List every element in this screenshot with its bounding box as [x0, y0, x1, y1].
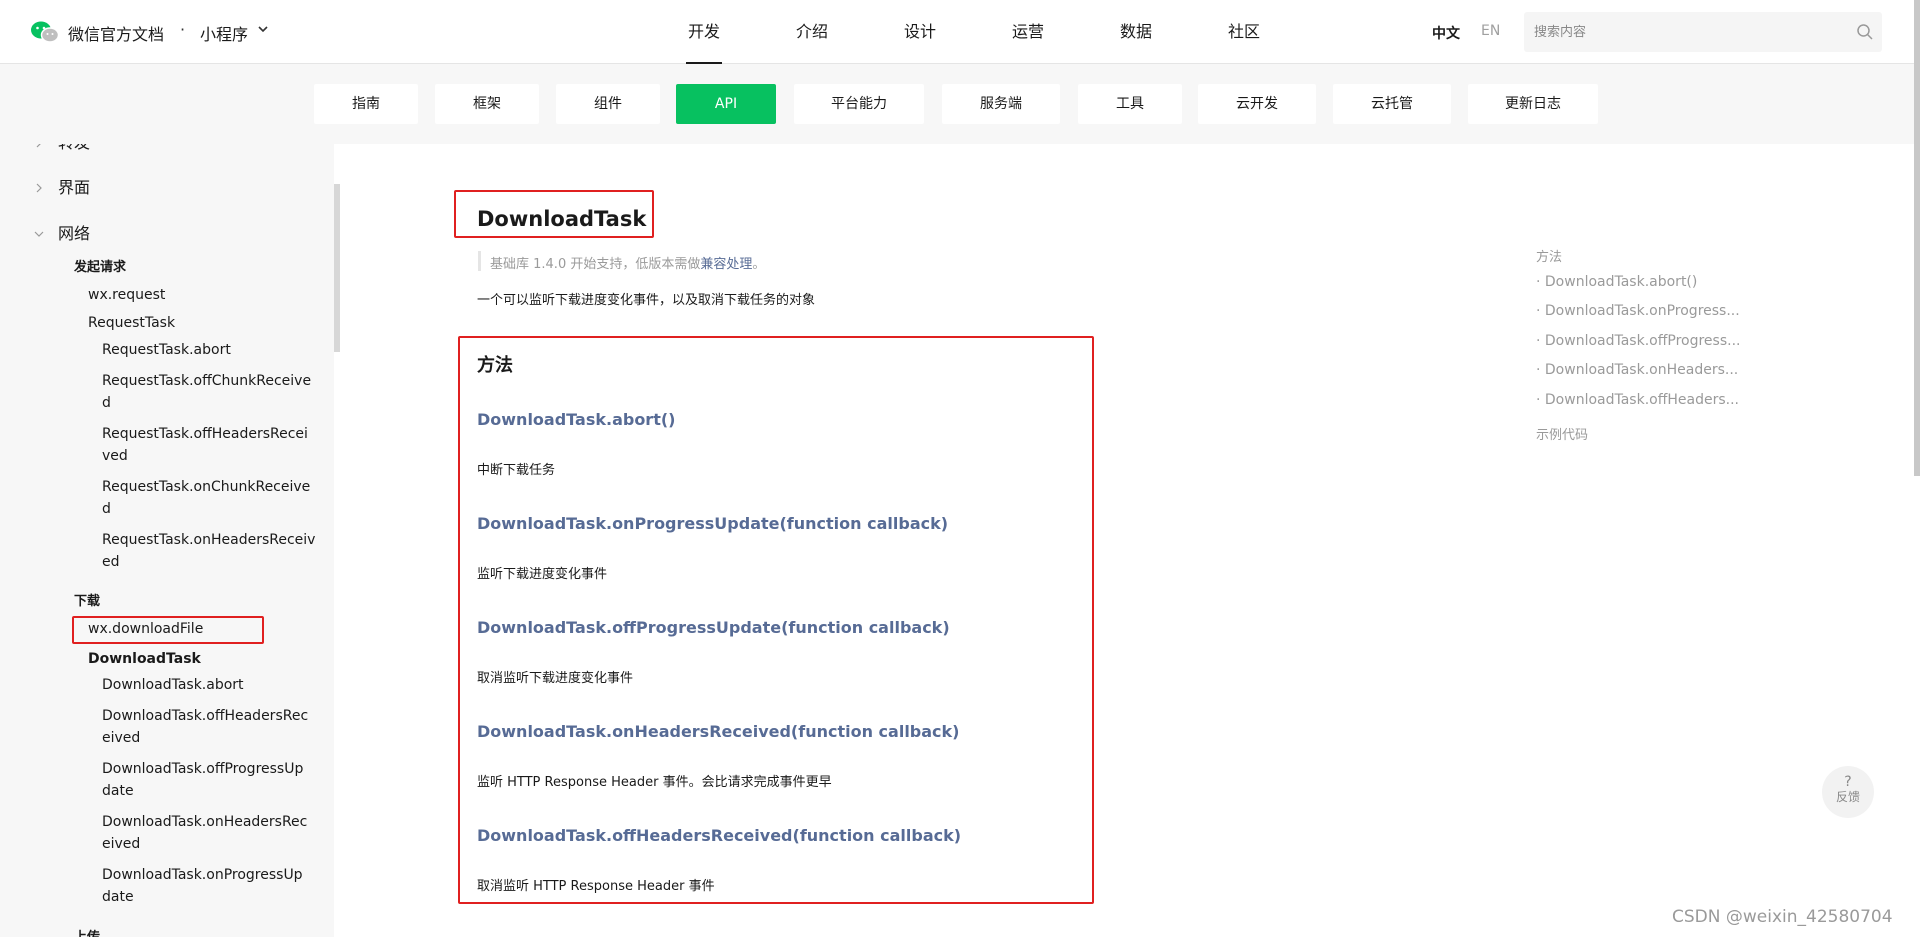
product-selector-label[interactable]: 小程序 — [200, 21, 248, 45]
methods-heading: 方法 — [477, 355, 513, 376]
api-subnav: 指南 框架 组件 API 平台能力 服务端 工具 云开发 云托管 更新日志 — [0, 64, 1920, 144]
nav-item-operation[interactable]: 运营 — [974, 0, 1082, 64]
wechat-logo-icon[interactable] — [30, 20, 60, 44]
method-onheadersreceived-desc: 监听 HTTP Response Header 事件。会比请求完成事件更早 — [477, 775, 832, 790]
compat-link[interactable]: 兼容处理 — [700, 257, 752, 272]
toc-item-offprogress[interactable]: · DownloadTask.offProgress... — [1536, 333, 1740, 349]
sidebar-item-downloadtask-offprogress[interactable]: DownloadTask.offProgressUp — [102, 758, 303, 780]
brand-title[interactable]: 微信官方文档 — [68, 21, 164, 45]
subtab-platform[interactable]: 平台能力 — [794, 84, 924, 124]
sidebar-group-upload[interactable]: 上传 — [74, 927, 100, 937]
nav-item-intro[interactable]: 介绍 — [758, 0, 866, 64]
method-abort-link[interactable]: DownloadTask.abort() — [477, 410, 675, 429]
search-icon[interactable] — [1856, 23, 1874, 41]
help-icon: ? — [1844, 774, 1852, 790]
method-abort-desc: 中断下载任务 — [477, 463, 556, 478]
lang-en-link[interactable]: EN — [1481, 23, 1500, 39]
sidebar: 转发 界面 网络 发起请求 wx.request RequestTask Req… — [0, 144, 334, 937]
sidebar-item-downloadtask[interactable]: DownloadTask — [88, 648, 201, 670]
toc-item-abort[interactable]: · DownloadTask.abort() — [1536, 274, 1697, 290]
subtab-changelog[interactable]: 更新日志 — [1468, 84, 1598, 124]
method-offheadersreceived-link[interactable]: DownloadTask.offHeadersReceived(function… — [477, 826, 961, 845]
sidebar-item-requesttask-onheaders[interactable]: RequestTask.onHeadersReceiv — [102, 529, 315, 551]
method-onprogressupdate-desc: 监听下载进度变化事件 — [477, 567, 608, 582]
method-onprogressupdate-link[interactable]: DownloadTask.onProgressUpdate(function c… — [477, 514, 948, 533]
subtab-components[interactable]: 组件 — [556, 84, 660, 124]
sidebar-item-requesttask-onchunk-wrap[interactable]: d — [102, 498, 111, 520]
nav-item-data[interactable]: 数据 — [1082, 0, 1190, 64]
highlight-box — [72, 616, 264, 644]
method-offprogressupdate-link[interactable]: DownloadTask.offProgressUpdate(function … — [477, 618, 950, 637]
sidebar-item-downloadtask-onheaders-wrap[interactable]: eived — [102, 833, 140, 855]
sidebar-item-downloadtask-offprogress-wrap[interactable]: date — [102, 780, 134, 802]
sidebar-item-downloadtask-offheaders-wrap[interactable]: eived — [102, 727, 140, 749]
nav-item-community[interactable]: 社区 — [1190, 0, 1298, 64]
sidebar-item-network[interactable]: 网络 — [58, 223, 90, 245]
brand-separator: · — [180, 20, 186, 39]
sidebar-group-download: 下载 — [74, 594, 101, 609]
sidebar-item-wx-request[interactable]: wx.request — [88, 284, 165, 306]
subtab-cloud-dev[interactable]: 云开发 — [1198, 84, 1316, 124]
subtab-api[interactable]: API — [676, 84, 776, 124]
sidebar-item-downloadtask-onheaders[interactable]: DownloadTask.onHeadersRec — [102, 811, 307, 833]
method-offheadersreceived-desc: 取消监听 HTTP Response Header 事件 — [477, 879, 715, 894]
toc-item-offheaders[interactable]: · DownloadTask.offHeaders... — [1536, 392, 1739, 408]
sidebar-item-ui[interactable]: 界面 — [58, 177, 90, 199]
top-nav: 开发 介绍 设计 运营 数据 社区 — [650, 0, 1298, 64]
toc-item-onprogress[interactable]: · DownloadTask.onProgress... — [1536, 303, 1740, 319]
method-offprogressupdate-desc: 取消监听下载进度变化事件 — [477, 671, 634, 686]
sidebar-item-forward[interactable]: 转发 — [58, 144, 90, 154]
sidebar-item-requesttask-offchunk-wrap[interactable]: d — [102, 392, 111, 414]
sidebar-item-downloadtask-onprogress[interactable]: DownloadTask.onProgressUp — [102, 864, 303, 886]
watermark: CSDN @weixin_42580704 — [1672, 907, 1893, 927]
sidebar-item-requesttask-onheaders-wrap[interactable]: ed — [102, 551, 120, 573]
note-bar — [478, 251, 481, 271]
nav-item-design[interactable]: 设计 — [866, 0, 974, 64]
toc-heading[interactable]: 方法 — [1536, 246, 1562, 265]
chevron-down-icon[interactable] — [34, 229, 44, 239]
lang-zh-link[interactable]: 中文 — [1432, 23, 1460, 43]
page-title: DownloadTask — [477, 207, 647, 231]
sidebar-item-requesttask-offheaders-wrap[interactable]: ved — [102, 445, 128, 467]
sidebar-item-downloadtask-abort[interactable]: DownloadTask.abort — [102, 674, 244, 696]
toc-item-onheaders[interactable]: · DownloadTask.onHeaders... — [1536, 362, 1738, 378]
toc-item-example[interactable]: 示例代码 — [1536, 424, 1588, 443]
feedback-label: 反馈 — [1835, 790, 1860, 804]
chevron-right-icon[interactable] — [34, 183, 44, 193]
sidebar-item-requesttask-abort[interactable]: RequestTask.abort — [102, 339, 231, 361]
subtab-cloud-hosting[interactable]: 云托管 — [1333, 84, 1451, 124]
top-header: 微信官方文档 · 小程序 开发 介绍 设计 运营 数据 社区 中文 EN — [0, 0, 1920, 64]
sidebar-item-requesttask[interactable]: RequestTask — [88, 312, 175, 334]
search-input[interactable] — [1534, 22, 1834, 42]
version-note: 基础库 1.4.0 开始支持，低版本需做兼容处理。 — [490, 253, 765, 272]
search-box — [1524, 12, 1882, 52]
sidebar-item-requesttask-offchunk[interactable]: RequestTask.offChunkReceive — [102, 370, 311, 392]
note-prefix: 基础库 1.4.0 开始支持，低版本需做 — [490, 257, 701, 272]
sidebar-item-downloadtask-offheaders[interactable]: DownloadTask.offHeadersRec — [102, 705, 308, 727]
sidebar-group-request: 发起请求 — [74, 260, 127, 275]
sidebar-item-downloadtask-onprogress-wrap[interactable]: date — [102, 886, 134, 908]
note-suffix: 。 — [752, 257, 766, 272]
feedback-button[interactable]: ? 反馈 — [1822, 766, 1874, 818]
chevron-right-icon[interactable] — [34, 144, 44, 148]
chevron-down-icon[interactable] — [257, 22, 269, 36]
method-onheadersreceived-link[interactable]: DownloadTask.onHeadersReceived(function … — [477, 722, 960, 741]
main-content: DownloadTask 基础库 1.4.0 开始支持，低版本需做兼容处理。 一… — [340, 144, 1920, 937]
subtab-guide[interactable]: 指南 — [314, 84, 418, 124]
subtab-server[interactable]: 服务端 — [942, 84, 1060, 124]
page-description: 一个可以监听下载进度变化事件，以及取消下载任务的对象 — [477, 293, 816, 308]
subtab-framework[interactable]: 框架 — [435, 84, 539, 124]
sidebar-item-requesttask-onchunk[interactable]: RequestTask.onChunkReceive — [102, 476, 310, 498]
subtab-tools[interactable]: 工具 — [1078, 84, 1182, 124]
nav-item-develop[interactable]: 开发 — [650, 0, 758, 64]
page-scrollbar[interactable] — [1914, 0, 1920, 476]
sidebar-item-requesttask-offheaders[interactable]: RequestTask.offHeadersRecei — [102, 423, 308, 445]
